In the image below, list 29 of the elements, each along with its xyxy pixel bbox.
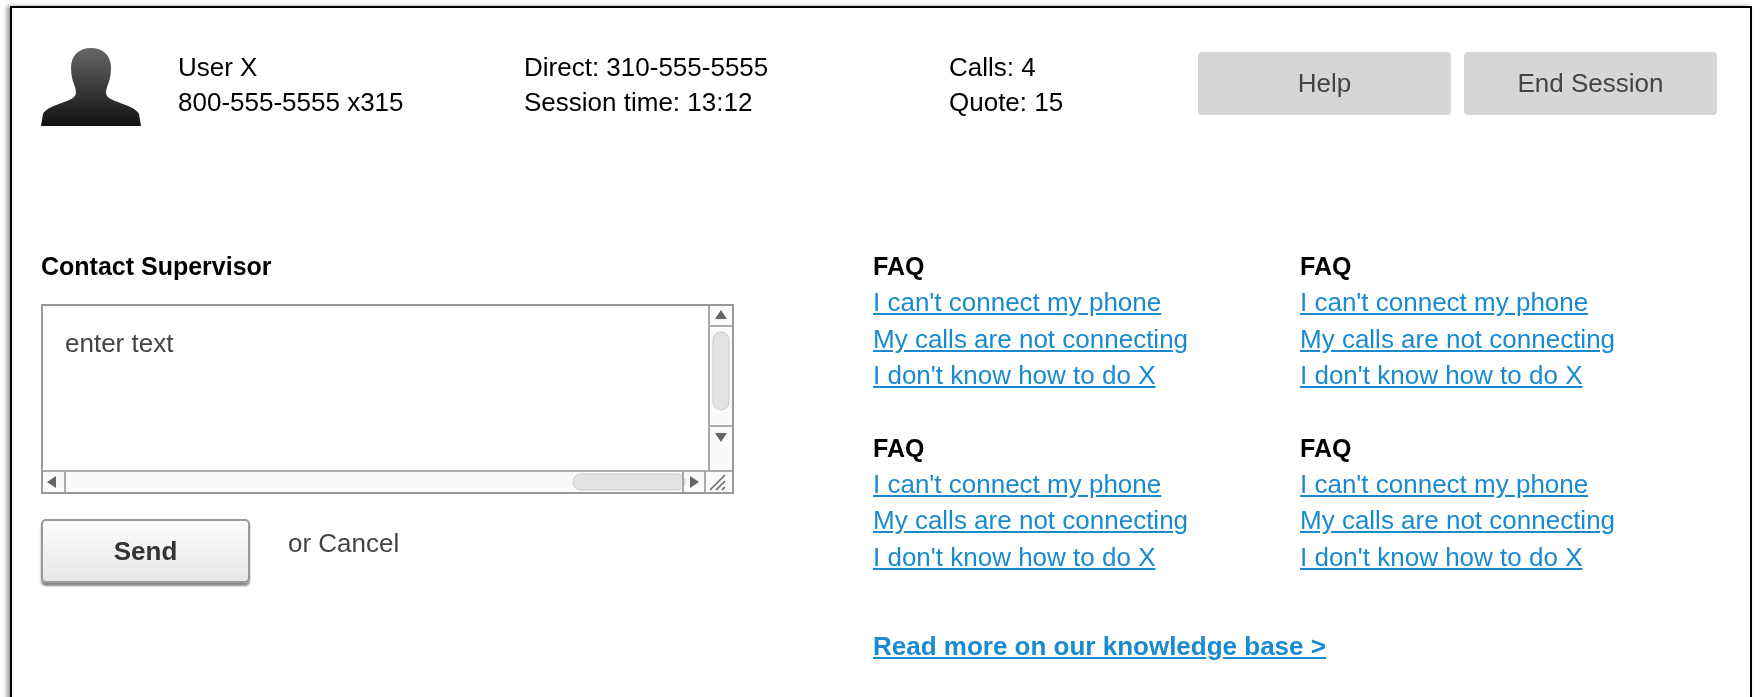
- section-heading: Contact Supervisor: [41, 251, 273, 282]
- send-button[interactable]: Send: [41, 519, 250, 583]
- faq-heading: FAQ: [1300, 251, 1353, 282]
- calls-count: Calls: 4: [949, 51, 1037, 84]
- faq-link[interactable]: My calls are not connecting: [873, 320, 1300, 357]
- end-session-button[interactable]: End Session: [1464, 52, 1717, 115]
- faq-link[interactable]: I don't know how to do X: [873, 357, 1300, 394]
- knowledge-base-link[interactable]: Read more on our knowledge base >: [873, 627, 1326, 666]
- session-time: Session time: 13:12: [524, 86, 754, 119]
- faq-link[interactable]: My calls are not connecting: [1300, 320, 1727, 357]
- faq-link[interactable]: I don't know how to do X: [1300, 538, 1727, 575]
- user-name: User X: [178, 51, 259, 84]
- user-phone: 800-555-5555 x315: [178, 86, 405, 119]
- faq-link[interactable]: I don't know how to do X: [1300, 357, 1727, 394]
- faq-heading: FAQ: [873, 432, 926, 464]
- quote-count: Quote: 15: [949, 86, 1065, 119]
- avatar-icon: [41, 48, 141, 126]
- faq-link[interactable]: I can't connect my phone: [873, 284, 1300, 321]
- faq-link[interactable]: My calls are not connecting: [1300, 502, 1727, 539]
- faq-link[interactable]: I can't connect my phone: [873, 465, 1300, 502]
- direct-number: Direct: 310-555-5555: [524, 51, 770, 84]
- faq-heading: FAQ: [873, 251, 926, 282]
- faq-link[interactable]: I don't know how to do X: [873, 538, 1300, 575]
- faq-link[interactable]: My calls are not connecting: [873, 502, 1300, 539]
- faq-link[interactable]: I can't connect my phone: [1300, 465, 1727, 502]
- help-button[interactable]: Help: [1198, 52, 1451, 115]
- cancel-link[interactable]: or Cancel: [288, 524, 400, 563]
- faq-heading: FAQ: [1300, 432, 1353, 464]
- faq-link[interactable]: I can't connect my phone: [1300, 284, 1727, 321]
